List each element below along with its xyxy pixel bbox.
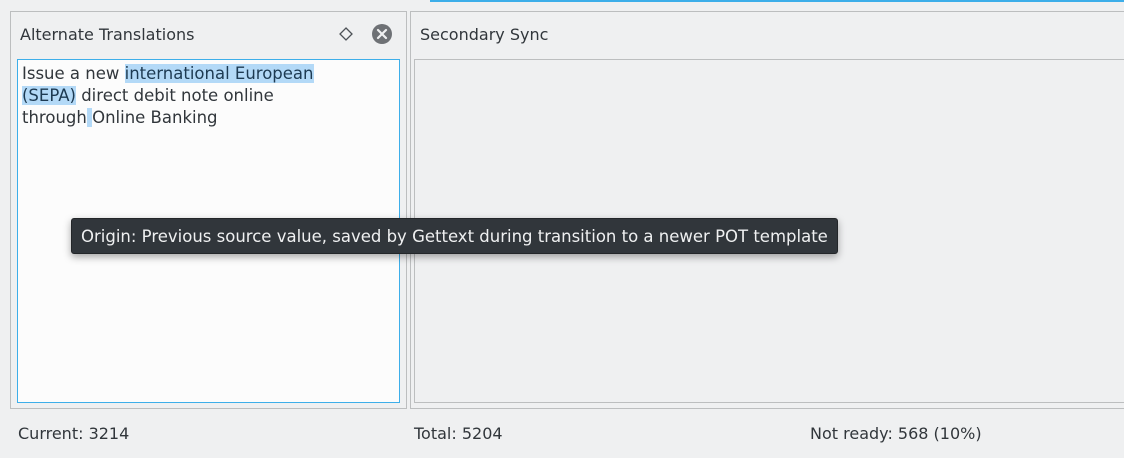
tooltip-text: Origin: Previous source value, saved by … [81, 226, 828, 246]
status-current: Current: 3214 [18, 424, 130, 443]
text-segment: Issue a new [22, 64, 125, 83]
status-not-ready: Not ready: 568 (10%) [810, 424, 982, 443]
close-circle-icon[interactable] [371, 23, 393, 45]
diamond-float-icon[interactable] [337, 25, 355, 43]
alternate-translations-panel: Alternate Translations Issue a new inter… [10, 11, 407, 409]
status-bar: Current: 3214 Total: 5204 Not ready: 568… [0, 414, 1124, 454]
text-segment: Online Banking [92, 108, 218, 127]
secondary-sync-panel: Secondary Sync [410, 11, 1124, 409]
alternate-translations-title: Alternate Translations [20, 25, 195, 44]
text-highlight-segment: (SEPA) [22, 86, 76, 105]
origin-tooltip: Origin: Previous source value, saved by … [71, 218, 838, 254]
text-segment: direct debit note online [75, 86, 274, 105]
top-accent-line [430, 0, 1124, 2]
text-highlight-segment: international European [124, 64, 314, 83]
secondary-sync-title: Secondary Sync [420, 25, 549, 44]
status-total: Total: 5204 [414, 424, 503, 443]
secondary-sync-header: Secondary Sync [411, 12, 1124, 57]
text-segment: through [22, 108, 87, 127]
